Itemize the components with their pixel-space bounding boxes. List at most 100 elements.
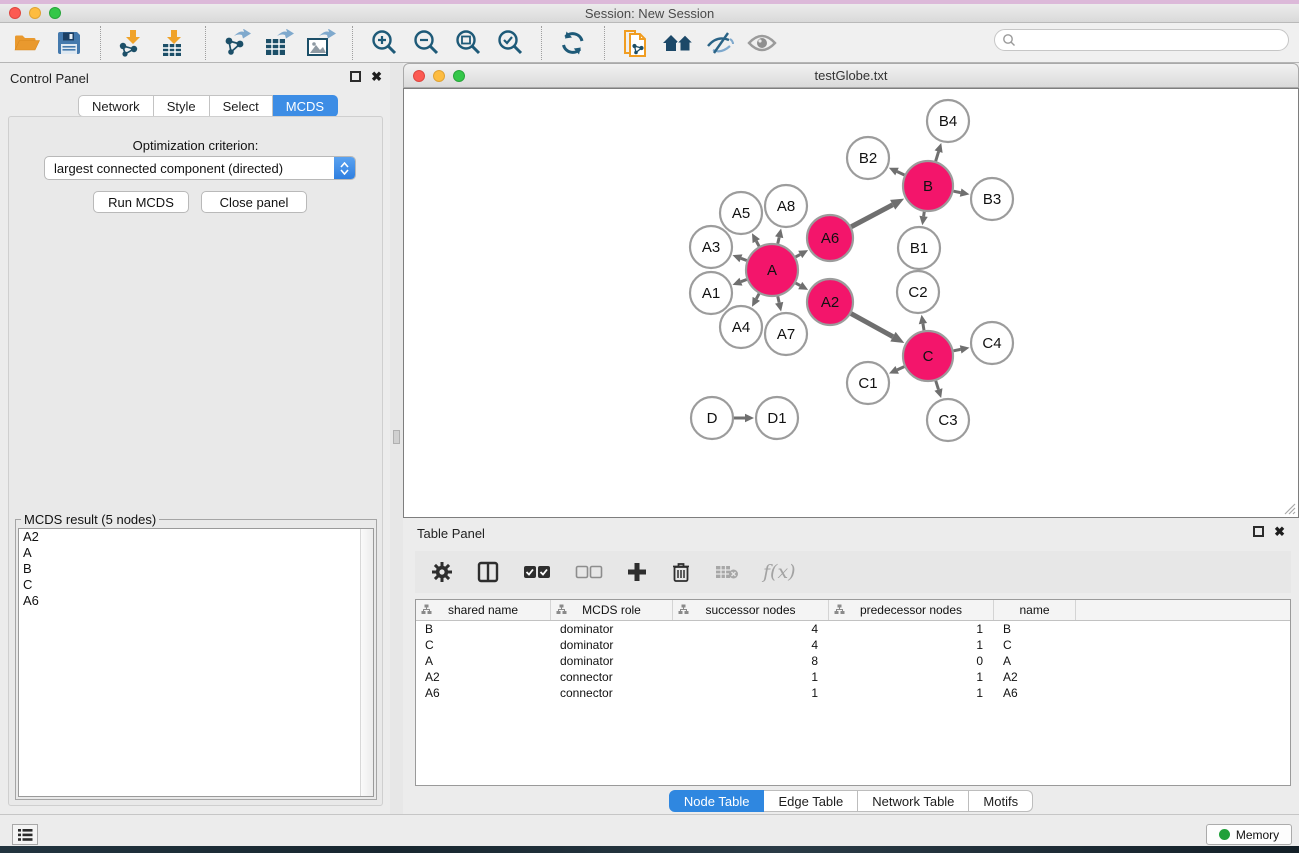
function-builder-button[interactable]: f(x) bbox=[763, 561, 796, 583]
zoom-out-button[interactable] bbox=[405, 25, 447, 61]
first-neighbors-button[interactable] bbox=[657, 25, 699, 61]
run-mcds-button[interactable]: Run MCDS bbox=[93, 191, 189, 213]
show-all-columns-button[interactable] bbox=[523, 565, 551, 579]
result-list-item[interactable]: B bbox=[19, 561, 373, 577]
column-header-mcds-role[interactable]: MCDS role bbox=[551, 600, 673, 620]
graph-edge-B-B4[interactable] bbox=[936, 152, 939, 162]
resize-grip-icon[interactable] bbox=[1283, 502, 1296, 515]
graph-edge-C-C3[interactable] bbox=[936, 381, 939, 390]
table-row[interactable]: A2 connector 1 1 A2 bbox=[416, 669, 1290, 685]
cell-predecessor-nodes: 1 bbox=[829, 685, 994, 701]
export-table-button[interactable] bbox=[258, 25, 300, 61]
graph-edge-A2-C[interactable] bbox=[851, 314, 893, 337]
cell-successor-nodes: 1 bbox=[673, 685, 829, 701]
split-table-button[interactable] bbox=[477, 561, 499, 583]
delete-table-button[interactable] bbox=[715, 564, 739, 580]
table-row[interactable]: A dominator 8 0 A bbox=[416, 653, 1290, 669]
graph-edge-A-A5[interactable] bbox=[756, 241, 759, 246]
graph-edge-A-A3[interactable] bbox=[741, 258, 747, 260]
export-network-button[interactable] bbox=[216, 25, 258, 61]
float-table-panel-icon[interactable] bbox=[1253, 526, 1264, 537]
cell-successor-nodes: 4 bbox=[673, 621, 829, 637]
network-window-titlebar[interactable]: testGlobe.txt bbox=[403, 63, 1299, 88]
close-table-panel-icon[interactable]: ✖ bbox=[1274, 526, 1285, 537]
graph-node-label-A7: A7 bbox=[777, 326, 795, 343]
close-panel-icon[interactable]: ✖ bbox=[371, 71, 382, 82]
import-network-button[interactable] bbox=[111, 25, 153, 61]
export-image-button[interactable] bbox=[300, 25, 342, 61]
network-canvas[interactable]: B4B2BB3A5A8A6B1A3AC2A1A2A4A7C4CC1C3DD1 bbox=[403, 88, 1299, 518]
cell-mcds-role: connector bbox=[551, 669, 673, 685]
tab-select[interactable]: Select bbox=[210, 95, 273, 117]
hide-selection-button[interactable] bbox=[699, 25, 741, 61]
show-all-button[interactable] bbox=[741, 25, 783, 61]
table-row[interactable]: B dominator 4 1 B bbox=[416, 621, 1290, 637]
column-header-shared-name[interactable]: shared name bbox=[416, 600, 551, 620]
panel-divider[interactable] bbox=[390, 63, 403, 814]
zoom-in-button[interactable] bbox=[363, 25, 405, 61]
zoom-selected-button[interactable] bbox=[489, 25, 531, 61]
graph-edge-C-C4[interactable] bbox=[953, 349, 960, 350]
tab-mcds[interactable]: MCDS bbox=[273, 95, 338, 117]
search-container bbox=[994, 29, 1289, 51]
delete-column-button[interactable] bbox=[671, 561, 691, 583]
memory-button[interactable]: Memory bbox=[1206, 824, 1292, 845]
add-column-button[interactable] bbox=[627, 562, 647, 582]
checked-checkboxes-icon bbox=[523, 565, 551, 579]
cell-shared-name: A2 bbox=[416, 669, 551, 685]
table-row[interactable]: A6 connector 1 1 A6 bbox=[416, 685, 1290, 701]
column-header-name[interactable]: name bbox=[994, 600, 1076, 620]
search-input[interactable] bbox=[994, 29, 1289, 51]
graph-edge-arrowhead bbox=[745, 414, 754, 422]
cell-shared-name: B bbox=[416, 621, 551, 637]
zoom-fit-button[interactable] bbox=[447, 25, 489, 61]
close-panel-button[interactable]: Close panel bbox=[201, 191, 307, 213]
table-settings-button[interactable] bbox=[431, 561, 453, 583]
graph-edge-B-B2[interactable] bbox=[897, 172, 904, 175]
import-table-button[interactable] bbox=[153, 25, 195, 61]
cell-mcds-role: connector bbox=[551, 685, 673, 701]
task-history-button[interactable] bbox=[12, 824, 38, 845]
graph-edge-arrowhead bbox=[919, 216, 927, 226]
tab-network-table[interactable]: Network Table bbox=[858, 790, 969, 812]
mcds-result-list[interactable]: A2 A B C A6 bbox=[18, 528, 374, 797]
graph-edge-C-C2[interactable] bbox=[923, 324, 924, 331]
column-label: MCDS role bbox=[582, 603, 641, 617]
graph-edge-B-B1[interactable] bbox=[924, 212, 925, 217]
result-list-item[interactable]: C bbox=[19, 577, 373, 593]
graph-edge-A-A6[interactable] bbox=[796, 254, 801, 257]
result-list-item[interactable]: A2 bbox=[19, 529, 373, 545]
graph-edge-A-A7[interactable] bbox=[778, 296, 779, 302]
zoom-in-icon bbox=[369, 28, 399, 58]
graph-edge-A-A2[interactable] bbox=[796, 283, 801, 286]
tab-edge-table[interactable]: Edge Table bbox=[764, 790, 858, 812]
divider-handle[interactable] bbox=[393, 430, 400, 444]
graph-edge-A-A8[interactable] bbox=[778, 237, 779, 243]
graph-edge-A-A4[interactable] bbox=[756, 294, 759, 299]
optimization-criterion-dropdown[interactable]: largest connected component (directed) bbox=[44, 156, 356, 180]
apply-layout-button[interactable] bbox=[552, 25, 594, 61]
graph-edge-A6-B[interactable] bbox=[851, 205, 892, 227]
graph-edge-A-A1[interactable] bbox=[741, 280, 747, 282]
tab-network[interactable]: Network bbox=[78, 95, 154, 117]
float-panel-icon[interactable] bbox=[350, 71, 361, 82]
column-header-predecessor-nodes[interactable]: predecessor nodes bbox=[829, 600, 994, 620]
tab-motifs[interactable]: Motifs bbox=[969, 790, 1033, 812]
result-list-scrollbar[interactable] bbox=[360, 529, 373, 796]
result-list-item[interactable]: A6 bbox=[19, 593, 373, 609]
new-network-from-selection-button[interactable] bbox=[615, 25, 657, 61]
graph-node-label-D1: D1 bbox=[767, 410, 786, 427]
tab-node-table[interactable]: Node Table bbox=[669, 790, 765, 812]
cell-predecessor-nodes: 1 bbox=[829, 669, 994, 685]
dropdown-selected-value: largest connected component (directed) bbox=[45, 161, 334, 176]
tab-style[interactable]: Style bbox=[154, 95, 210, 117]
open-file-button[interactable] bbox=[6, 25, 48, 61]
graph-edge-C-C1[interactable] bbox=[897, 367, 904, 370]
result-list-item[interactable]: A bbox=[19, 545, 373, 561]
graph-edge-B-B3[interactable] bbox=[953, 191, 960, 192]
column-header-successor-nodes[interactable]: successor nodes bbox=[673, 600, 829, 620]
hide-all-columns-button[interactable] bbox=[575, 565, 603, 579]
table-row[interactable]: C dominator 4 1 C bbox=[416, 637, 1290, 653]
node-table[interactable]: shared name MCDS role successor nodes pr… bbox=[415, 599, 1291, 786]
save-session-button[interactable] bbox=[48, 25, 90, 61]
